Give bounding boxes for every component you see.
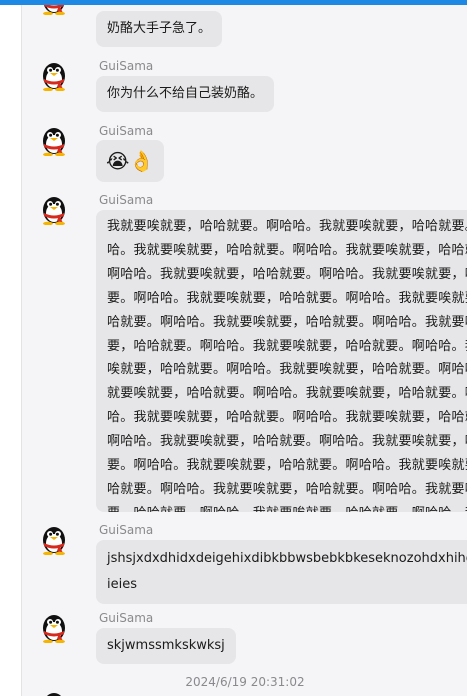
penguin-avatar-icon[interactable] bbox=[39, 523, 69, 555]
message-bubble[interactable]: skjwmssmkskwksj bbox=[96, 628, 236, 664]
message-bubble[interactable]: 😭👌 bbox=[96, 140, 165, 182]
penguin-avatar-icon[interactable] bbox=[39, 5, 69, 15]
message-bubble[interactable]: 你为什么不给自己装奶酪。 bbox=[96, 76, 275, 112]
sender-name: GuiSama bbox=[99, 193, 154, 207]
left-panel-edge bbox=[0, 5, 22, 696]
penguin-avatar-icon[interactable] bbox=[39, 59, 69, 91]
penguin-avatar-icon[interactable] bbox=[39, 193, 69, 225]
chat-message-list[interactable]: 奶酪大手子急了。 GuiSama 你为什么不给自己装奶酪。 GuiSama 😭👌… bbox=[23, 5, 467, 696]
penguin-avatar-icon[interactable] bbox=[39, 689, 69, 696]
penguin-avatar-icon[interactable] bbox=[39, 611, 69, 643]
message-timestamp: 2024/6/19 20:31:02 bbox=[185, 675, 305, 689]
sender-name: GuiSama bbox=[99, 124, 154, 138]
sender-name: GuiSama bbox=[99, 59, 154, 73]
message-bubble[interactable]: jshsjxdxdhidxdeigehixdibkbbwsbebkbkesekn… bbox=[96, 540, 467, 604]
message-bubble[interactable]: 奶酪大手子急了。 bbox=[96, 11, 223, 47]
penguin-avatar-icon[interactable] bbox=[39, 124, 69, 156]
sender-name: GuiSama bbox=[99, 611, 154, 625]
message-bubble[interactable]: 我就要唉就要，哈哈就要。啊哈哈。我就要唉就要，哈哈就要。啊哈哈。我就要唉就要，哈… bbox=[96, 210, 467, 512]
sender-name: GuiSama bbox=[99, 523, 154, 537]
